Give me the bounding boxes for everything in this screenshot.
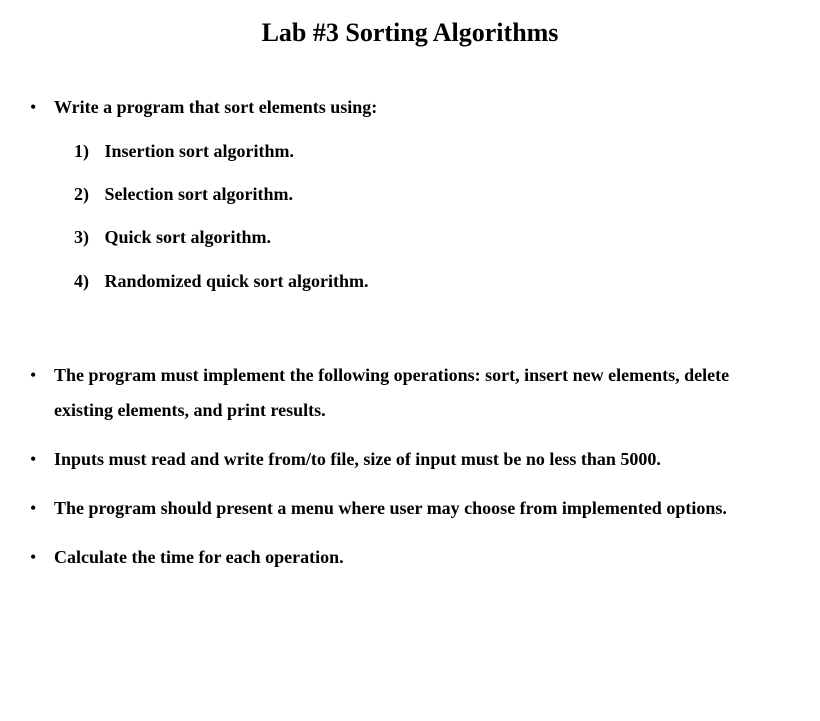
- bullet-item-menu: The program should present a menu where …: [28, 491, 792, 526]
- bullet-text: Write a program that sort elements using…: [54, 97, 377, 117]
- bullet-item-file-io: Inputs must read and write from/to file,…: [28, 442, 792, 477]
- sub-item-text: Quick sort algorithm.: [105, 227, 272, 247]
- sub-item-number: 2): [74, 182, 100, 207]
- sub-item-text: Randomized quick sort algorithm.: [105, 271, 369, 291]
- bullet-text: Calculate the time for each operation.: [54, 547, 344, 567]
- bullet-item-write-program: Write a program that sort elements using…: [28, 90, 792, 344]
- page-title: Lab #3 Sorting Algorithms: [28, 18, 792, 48]
- bullet-text: The program must implement the following…: [54, 365, 729, 420]
- sub-item-selection: 2) Selection sort algorithm.: [74, 182, 792, 207]
- sub-item-text: Selection sort algorithm.: [105, 184, 293, 204]
- sub-item-insertion: 1) Insertion sort algorithm.: [74, 139, 792, 164]
- bullet-text: The program should present a menu where …: [54, 498, 727, 518]
- bullet-item-timing: Calculate the time for each operation.: [28, 540, 792, 575]
- bullet-item-operations: The program must implement the following…: [28, 358, 792, 428]
- sub-item-text: Insertion sort algorithm.: [105, 141, 294, 161]
- main-bullet-list: Write a program that sort elements using…: [28, 90, 792, 575]
- sub-item-number: 1): [74, 139, 100, 164]
- bullet-text: Inputs must read and write from/to file,…: [54, 449, 661, 469]
- sub-item-number: 4): [74, 269, 100, 294]
- spacer: [54, 312, 792, 344]
- sub-item-number: 3): [74, 225, 100, 250]
- sub-item-quick: 3) Quick sort algorithm.: [74, 225, 792, 250]
- sub-item-randomized-quick: 4) Randomized quick sort algorithm.: [74, 269, 792, 294]
- algorithm-sub-list: 1) Insertion sort algorithm. 2) Selectio…: [54, 139, 792, 294]
